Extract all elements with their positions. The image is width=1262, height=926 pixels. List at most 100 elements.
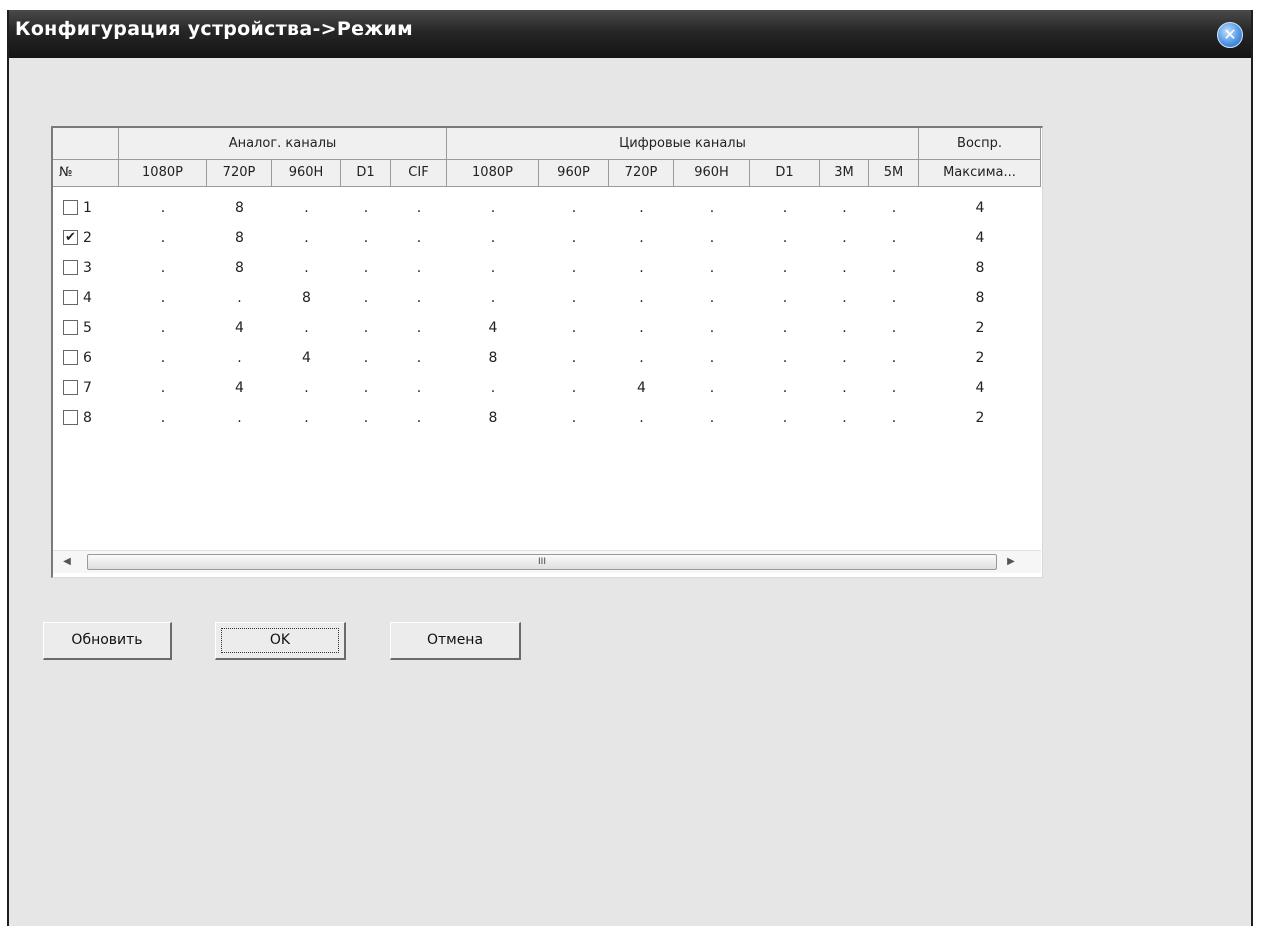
row-number: 5 xyxy=(83,320,92,336)
table-cell: . xyxy=(709,320,715,336)
table-cell: . xyxy=(363,410,369,426)
table-cell: . xyxy=(363,350,369,366)
table-cell: . xyxy=(709,350,715,366)
table-cell: 2 xyxy=(975,410,985,426)
table-cell: . xyxy=(842,350,847,366)
column-header[interactable]: CIF xyxy=(391,160,447,187)
table-cell: . xyxy=(842,320,847,336)
row-number: 8 xyxy=(83,410,92,426)
table-cell: 4 xyxy=(488,320,498,336)
table-cell: . xyxy=(363,260,369,276)
table-cell: . xyxy=(891,380,897,396)
column-header[interactable]: 3M xyxy=(820,160,869,187)
row-checkbox[interactable] xyxy=(63,410,78,425)
table-cell: . xyxy=(639,320,644,336)
row-number: 1 xyxy=(83,200,92,216)
table-cell: . xyxy=(891,230,897,246)
table-cell: . xyxy=(416,290,422,306)
mode-config-window: Конфигурация устройства->Режим ✕ ◀ III ▶… xyxy=(7,10,1253,926)
column-header[interactable]: 1080P xyxy=(119,160,207,187)
table-cell: . xyxy=(160,320,166,336)
table-cell: . xyxy=(842,260,847,276)
table-cell: . xyxy=(160,410,166,426)
table-cell: . xyxy=(782,200,788,216)
row-checkbox[interactable] xyxy=(63,200,78,215)
table-cell: . xyxy=(639,350,644,366)
table-cell: . xyxy=(571,350,577,366)
column-header[interactable]: 960H xyxy=(272,160,341,187)
row-checkbox[interactable] xyxy=(63,320,78,335)
column-header[interactable]: 720P xyxy=(609,160,674,187)
row-number: 7 xyxy=(83,380,92,396)
table-cell: . xyxy=(782,380,788,396)
title-bar: Конфигурация устройства->Режим ✕ xyxy=(9,10,1251,58)
table-cell: . xyxy=(782,260,788,276)
column-header[interactable]: 720P xyxy=(207,160,272,187)
column-header[interactable]: № xyxy=(53,160,119,187)
table-cell: . xyxy=(304,260,309,276)
horizontal-scrollbar[interactable]: ◀ III ▶ xyxy=(53,550,1041,573)
table-cell: . xyxy=(304,410,309,426)
table-cell: . xyxy=(160,380,166,396)
cancel-button[interactable]: Отмена xyxy=(390,622,521,660)
table-cell: . xyxy=(639,260,644,276)
table-cell: 2 xyxy=(975,350,985,366)
table-cell: . xyxy=(490,200,496,216)
table-cell: . xyxy=(709,410,715,426)
scroll-left-icon[interactable]: ◀ xyxy=(57,551,77,573)
table-cell: . xyxy=(571,230,577,246)
table-cell: . xyxy=(709,290,715,306)
column-header[interactable]: D1 xyxy=(341,160,391,187)
refresh-button[interactable]: Обновить xyxy=(43,622,172,660)
row-checkbox[interactable] xyxy=(63,380,78,395)
table-cell: . xyxy=(891,320,897,336)
column-header[interactable]: 960P xyxy=(539,160,609,187)
row-number: 3 xyxy=(83,260,92,276)
close-icon[interactable]: ✕ xyxy=(1217,22,1243,48)
scroll-thumb[interactable]: III xyxy=(87,554,997,570)
table-cell: 8 xyxy=(235,230,244,246)
focus-ring xyxy=(221,628,339,653)
table-cell: . xyxy=(416,260,422,276)
table-cell: . xyxy=(571,200,577,216)
table-cell: . xyxy=(416,230,422,246)
table-cell: . xyxy=(891,410,897,426)
table-cell: . xyxy=(416,380,422,396)
header-group-digital: Цифровые каналы xyxy=(447,128,919,160)
column-header[interactable]: D1 xyxy=(750,160,820,187)
column-header[interactable]: 1080P xyxy=(447,160,539,187)
table-cell: . xyxy=(160,200,166,216)
table-cell: . xyxy=(571,290,577,306)
table-cell: . xyxy=(237,290,242,306)
table-cell: . xyxy=(490,380,496,396)
table-cell: . xyxy=(416,350,422,366)
table-cell: . xyxy=(891,200,897,216)
table-cell: . xyxy=(782,290,788,306)
table-cell: . xyxy=(639,410,644,426)
ok-button[interactable]: OK xyxy=(215,622,346,660)
row-checkbox[interactable] xyxy=(63,350,78,365)
column-header[interactable]: 5M xyxy=(869,160,919,187)
table-cell: . xyxy=(416,410,422,426)
table-cell: 4 xyxy=(637,380,646,396)
table-cell: . xyxy=(842,200,847,216)
row-checkbox[interactable] xyxy=(63,260,78,275)
table-cell: . xyxy=(160,350,166,366)
column-header[interactable]: 960H xyxy=(674,160,750,187)
table-cell: 4 xyxy=(975,380,985,396)
column-header[interactable]: Максима... xyxy=(919,160,1041,187)
table-cell: . xyxy=(160,260,166,276)
table-cell: . xyxy=(571,320,577,336)
table-cell: . xyxy=(237,410,242,426)
table-cell: . xyxy=(639,230,644,246)
row-checkbox[interactable]: ✔ xyxy=(63,230,78,245)
table-cell: 2 xyxy=(975,320,985,336)
table-cell: . xyxy=(782,320,788,336)
table-cell: . xyxy=(709,200,715,216)
table-cell: . xyxy=(304,380,309,396)
table-cell: 8 xyxy=(302,290,311,306)
row-checkbox[interactable] xyxy=(63,290,78,305)
table-cell: . xyxy=(490,260,496,276)
scroll-right-icon[interactable]: ▶ xyxy=(1001,551,1021,573)
header-group-blank xyxy=(53,128,119,160)
